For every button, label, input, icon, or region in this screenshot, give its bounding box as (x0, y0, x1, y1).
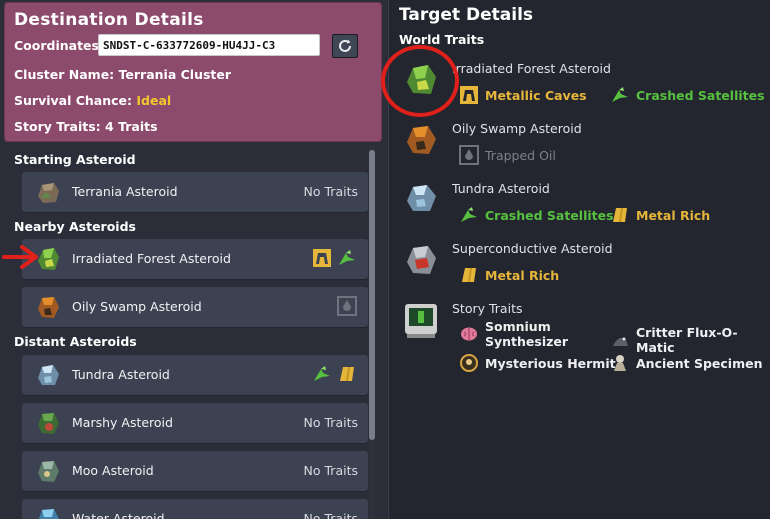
asteroid-row-oily-swamp[interactable]: Oily Swamp Asteroid (22, 287, 368, 327)
cluster-name: Cluster Name: Terrania Cluster (14, 67, 231, 82)
cluster-label: Cluster Name: (14, 67, 115, 82)
destination-title: Destination Details (14, 10, 204, 30)
asteroid-row-marshy[interactable]: Marshy Asteroid No Traits (22, 403, 368, 443)
trait-crashed-satellites: Crashed Satellites (459, 205, 614, 225)
critter-icon (613, 337, 628, 346)
trait-trapped-oil: Trapped Oil (459, 145, 556, 165)
story-value: 4 Traits (105, 119, 158, 134)
asteroid-name: Moo Asteroid (72, 463, 154, 478)
annotation-circle (381, 45, 459, 117)
moo-asteroid-icon (38, 461, 59, 482)
trait-crashed-satellites: Crashed Satellites (610, 85, 765, 105)
story-traits-terminal-icon (405, 304, 437, 338)
trait-label: Metal Rich (636, 207, 711, 223)
cluster-value: Terrania Cluster (118, 67, 232, 82)
story-trait-ancient-specimen: Ancient Specimen (610, 353, 763, 373)
asteroid-row-irradiated-forest[interactable]: Irradiated Forest Asteroid (22, 239, 368, 279)
story-trait-mysterious-hermit: Mysterious Hermit (459, 353, 616, 373)
trait-label: Mysterious Hermit (485, 355, 616, 371)
story-trait-critter-flux-o-matic: Critter Flux-O-Matic (610, 325, 770, 355)
distant-asteroids-header: Distant Asteroids (14, 334, 137, 349)
asteroid-row-moo[interactable]: Moo Asteroid No Traits (22, 451, 368, 491)
coordinates-input[interactable] (98, 34, 320, 56)
asteroid-traits: No Traits (303, 415, 358, 430)
trait-metallic-caves: Metallic Caves (459, 85, 587, 105)
hermit-icon (460, 354, 478, 372)
asteroid-traits: No Traits (303, 511, 358, 519)
annotation-arrow-icon (2, 245, 38, 269)
asteroid-row-terrania[interactable]: Terrania Asteroid No Traits (22, 172, 368, 212)
metal-rich-icon (613, 208, 627, 222)
story-traits-count: Story Traits: 4 Traits (14, 119, 158, 134)
asteroid-row-tundra[interactable]: Tundra Asteroid (22, 355, 368, 395)
survival-value: Ideal (136, 93, 172, 108)
metal-rich-icon (340, 367, 354, 381)
trait-label: Trapped Oil (485, 147, 556, 163)
left-column: Destination Details Coordinates: Cluster… (0, 0, 386, 519)
trait-metal-rich: Metal Rich (610, 205, 710, 225)
metallic-caves-icon (313, 249, 331, 267)
asteroid-name: Oily Swamp Asteroid (72, 299, 202, 314)
target-asteroid-name: Irradiated Forest Asteroid (452, 61, 611, 76)
trait-metal-rich: Metal Rich (459, 265, 559, 285)
asteroid-traits: No Traits (303, 184, 358, 199)
brain-icon (461, 327, 477, 341)
survival-label: Survival Chance: (14, 93, 133, 108)
asteroid-name: Marshy Asteroid (72, 415, 173, 430)
survival-chance: Survival Chance: Ideal (14, 93, 171, 108)
trapped-oil-icon (459, 145, 479, 165)
metal-rich-icon (462, 268, 476, 282)
crashed-satellites-icon (461, 207, 477, 222)
asteroid-row-water[interactable]: Water Asteroid No Traits (22, 499, 368, 519)
tundra-asteroid-icon (38, 365, 59, 385)
story-trait-somnium-synthesizer: Somnium Synthesizer (459, 319, 589, 349)
nearby-asteroids-header: Nearby Asteroids (14, 219, 136, 234)
asteroid-name: Water Asteroid (72, 511, 165, 519)
asteroid-name: Irradiated Forest Asteroid (72, 251, 231, 266)
story-label: Story Traits: (14, 119, 101, 134)
crashed-satellites-icon (612, 87, 628, 102)
target-title: Target Details (399, 5, 534, 25)
reroll-icon (339, 39, 351, 52)
reroll-button[interactable] (332, 34, 358, 58)
specimen-icon (614, 355, 626, 371)
asteroid-name: Terrania Asteroid (72, 184, 178, 199)
trait-label: Crashed Satellites (636, 87, 765, 103)
trait-label: Metal Rich (485, 267, 560, 283)
destination-details-panel: Destination Details Coordinates: Cluster… (4, 2, 382, 142)
asteroid-list: Starting Asteroid Terrania Asteroid No T… (4, 146, 382, 519)
trait-label: Crashed Satellites (485, 207, 614, 223)
water-asteroid-icon (38, 509, 59, 519)
crashed-satellites-icon (314, 366, 330, 381)
target-asteroid-name: Tundra Asteroid (452, 181, 550, 196)
starting-asteroid-header: Starting Asteroid (14, 152, 136, 167)
terrania-asteroid-icon (38, 183, 59, 203)
superconductive-asteroid-icon (407, 246, 436, 274)
trait-label: Critter Flux-O-Matic (636, 325, 738, 355)
trait-label: Metallic Caves (485, 87, 587, 103)
trait-label: Somnium Synthesizer (485, 319, 569, 349)
trapped-oil-icon (337, 296, 357, 316)
crashed-satellites-icon (339, 250, 355, 265)
marshy-asteroid-icon (38, 413, 59, 434)
list-scrollbar-thumb[interactable] (369, 150, 375, 440)
oily-swamp-asteroid-icon (407, 126, 436, 154)
coordinates-label: Coordinates: (14, 38, 104, 53)
asteroid-traits: No Traits (303, 463, 358, 478)
story-traits-header: Story Traits (452, 301, 523, 316)
target-asteroid-name: Oily Swamp Asteroid (452, 121, 582, 136)
oily-swamp-asteroid-icon (38, 297, 59, 318)
tundra-asteroid-icon (407, 185, 436, 211)
trait-label: Ancient Specimen (636, 355, 763, 371)
asteroid-name: Tundra Asteroid (72, 367, 170, 382)
target-asteroid-name: Superconductive Asteroid (452, 241, 613, 256)
metallic-caves-icon (460, 86, 478, 104)
